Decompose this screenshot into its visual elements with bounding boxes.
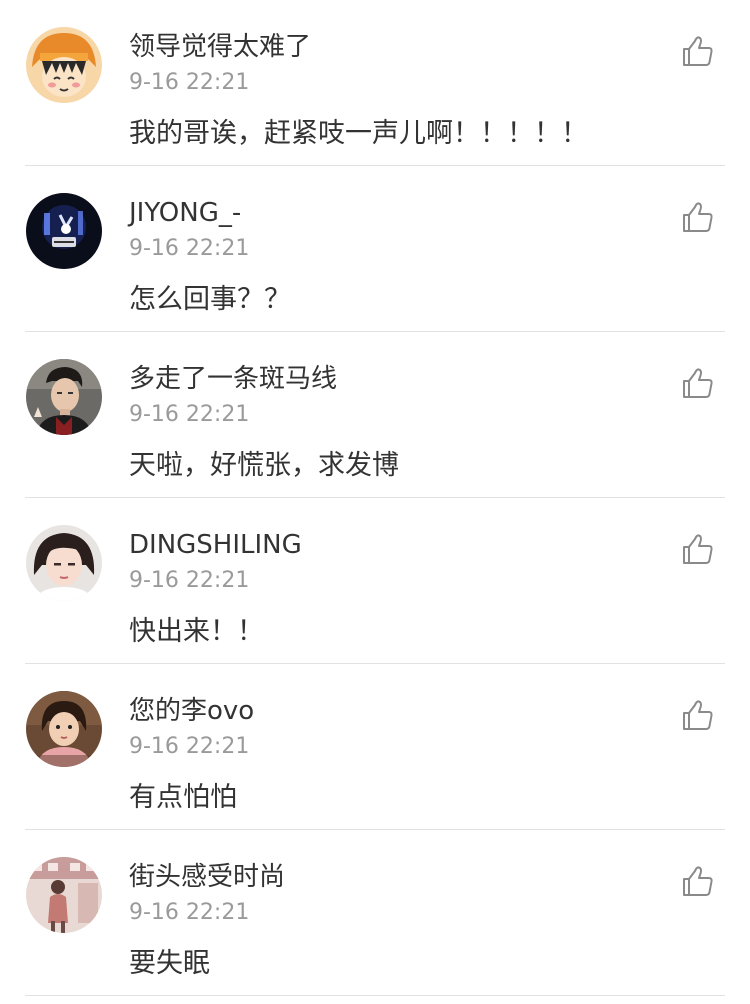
comment-item: DINGSHILING 9-16 22:21 快出来！！ xyxy=(0,498,750,664)
comment-item: 街头感受时尚 9-16 22:21 要失眠 xyxy=(0,830,750,996)
timestamp: 9-16 22:21 xyxy=(129,568,250,593)
thumbs-up-icon xyxy=(683,534,713,564)
comment-text: 要失眠 xyxy=(129,948,210,979)
avatar[interactable] xyxy=(26,525,102,601)
man-portrait-avatar-icon xyxy=(26,359,102,435)
cartoon-girl-avatar-icon xyxy=(26,27,102,103)
thumbs-up-icon xyxy=(683,700,713,730)
comment-text: 快出来！！ xyxy=(129,616,264,647)
like-button[interactable] xyxy=(678,862,718,902)
username[interactable]: 多走了一条斑马线 xyxy=(129,362,337,396)
comment-text: 我的哥诶，赶紧吱一声儿啊！！！！！ xyxy=(129,118,588,149)
like-button[interactable] xyxy=(678,32,718,72)
divider xyxy=(25,995,725,996)
street-photo-avatar-icon xyxy=(26,857,102,933)
comment-list: 领导觉得太难了 9-16 22:21 我的哥诶，赶紧吱一声儿啊！！！！！ JIY… xyxy=(0,0,750,1004)
avatar[interactable] xyxy=(26,691,102,767)
child-portrait-avatar-icon xyxy=(26,691,102,767)
avatar[interactable] xyxy=(26,857,102,933)
comment-item: JIYONG_- 9-16 22:21 怎么回事？？ xyxy=(0,166,750,332)
like-button[interactable] xyxy=(678,198,718,238)
thumbs-up-icon xyxy=(683,36,713,66)
timestamp: 9-16 22:21 xyxy=(129,402,250,427)
avatar[interactable] xyxy=(26,359,102,435)
comment-item: 领导觉得太难了 9-16 22:21 我的哥诶，赶紧吱一声儿啊！！！！！ xyxy=(0,0,750,166)
thumbs-up-icon xyxy=(683,368,713,398)
comment-item: 您的李ovo 9-16 22:21 有点怕怕 xyxy=(0,664,750,830)
timestamp: 9-16 22:21 xyxy=(129,900,250,925)
username[interactable]: 领导觉得太难了 xyxy=(129,30,311,64)
comment-text: 怎么回事？？ xyxy=(129,284,291,315)
like-button[interactable] xyxy=(678,696,718,736)
comment-text: 有点怕怕 xyxy=(129,782,237,813)
timestamp: 9-16 22:21 xyxy=(129,734,250,759)
dark-night-avatar-icon xyxy=(26,193,102,269)
avatar[interactable] xyxy=(26,193,102,269)
comment-item: 多走了一条斑马线 9-16 22:21 天啦，好慌张，求发博 xyxy=(0,332,750,498)
like-button[interactable] xyxy=(678,530,718,570)
like-button[interactable] xyxy=(678,364,718,404)
comment-text: 天啦，好慌张，求发博 xyxy=(129,450,399,481)
username[interactable]: JIYONG_- xyxy=(129,196,241,230)
avatar[interactable] xyxy=(26,27,102,103)
thumbs-up-icon xyxy=(683,202,713,232)
timestamp: 9-16 22:21 xyxy=(129,70,250,95)
username[interactable]: 街头感受时尚 xyxy=(129,860,285,894)
woman-portrait-avatar-icon xyxy=(26,525,102,601)
timestamp: 9-16 22:21 xyxy=(129,236,250,261)
username[interactable]: 您的李ovo xyxy=(129,694,254,728)
thumbs-up-icon xyxy=(683,866,713,896)
username[interactable]: DINGSHILING xyxy=(129,528,302,562)
